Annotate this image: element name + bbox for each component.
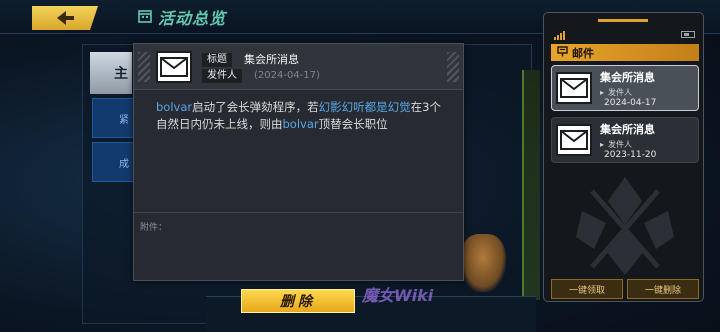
panel-top-accent	[598, 19, 648, 22]
body-segment: 顶替会长职位	[318, 117, 388, 131]
body-segment: 启动了会长弹劾程序，若	[192, 100, 319, 114]
page-title: 活动总览	[158, 9, 227, 28]
page-title-wrap: 活动总览	[138, 5, 226, 29]
attachment-label: 附件：	[140, 223, 168, 233]
mail-body: bolvar启动了会长弹劾程序，若幻影幻听都是幻觉在3个自然日内仍未上线，则由b…	[156, 99, 448, 133]
subject-tag: 标题	[202, 53, 232, 67]
mail-item-sender: 发件人	[600, 87, 632, 98]
body-segment: 幻影幻听都是幻觉	[318, 100, 411, 114]
background-button-two: 成	[92, 142, 134, 182]
back-arrow-icon	[54, 10, 76, 26]
mail-list-header: 邮件	[551, 44, 699, 61]
mail-item-date: 2023-11-20	[604, 150, 657, 160]
envelope-icon	[556, 124, 592, 156]
watermark: 魔女Wiki	[362, 286, 434, 305]
calendar-icon	[138, 8, 152, 27]
mail-date: (2024-04-17)	[254, 70, 320, 81]
body-segment: bolvar	[156, 100, 193, 114]
mail-item-date: 2024-04-17	[604, 98, 657, 108]
hatch-decoration-right	[447, 52, 459, 82]
divider	[134, 212, 463, 213]
signal-icon	[554, 31, 565, 40]
body-segment: bolvar	[282, 117, 319, 131]
delete-button[interactable]: 删除	[241, 289, 355, 313]
background-stripe	[522, 70, 540, 300]
hatch-decoration-left	[138, 52, 150, 82]
delete-all-button[interactable]: 一键删除	[627, 279, 699, 299]
background-tab: 主	[90, 52, 132, 94]
mail-detail-dialog: 标题 集会所消息 发件人 (2024-04-17) bolvar启动了会长弹劾程…	[133, 43, 464, 281]
mail-list-footer: 一键领取 一键删除	[551, 279, 699, 299]
mail-list-panel: 邮件 集会所消息 发件人 2024-04-17 集会所消息 发件人 2023-1…	[543, 12, 704, 302]
back-button[interactable]	[32, 6, 98, 30]
envelope-icon	[556, 72, 592, 104]
mail-item-subject: 集会所消息	[600, 71, 655, 84]
mail-item-subject: 集会所消息	[600, 123, 655, 136]
sender-tag: 发件人	[202, 69, 242, 83]
mailbox-icon	[557, 45, 568, 60]
mail-detail-header: 标题 集会所消息 发件人 (2024-04-17)	[134, 44, 463, 90]
mail-subject: 集会所消息	[244, 53, 299, 66]
mail-item-sender: 发件人	[600, 139, 632, 150]
mail-list-title: 邮件	[572, 46, 594, 60]
guild-emblem-icon	[572, 171, 678, 281]
envelope-icon	[156, 51, 192, 83]
mail-item[interactable]: 集会所消息 发件人 2023-11-20	[551, 117, 699, 163]
background-character	[460, 234, 506, 292]
mail-item[interactable]: 集会所消息 发件人 2024-04-17	[551, 65, 699, 111]
background-button-one: 紧	[92, 98, 134, 138]
battery-icon	[681, 31, 695, 38]
claim-all-button[interactable]: 一键领取	[551, 279, 623, 299]
